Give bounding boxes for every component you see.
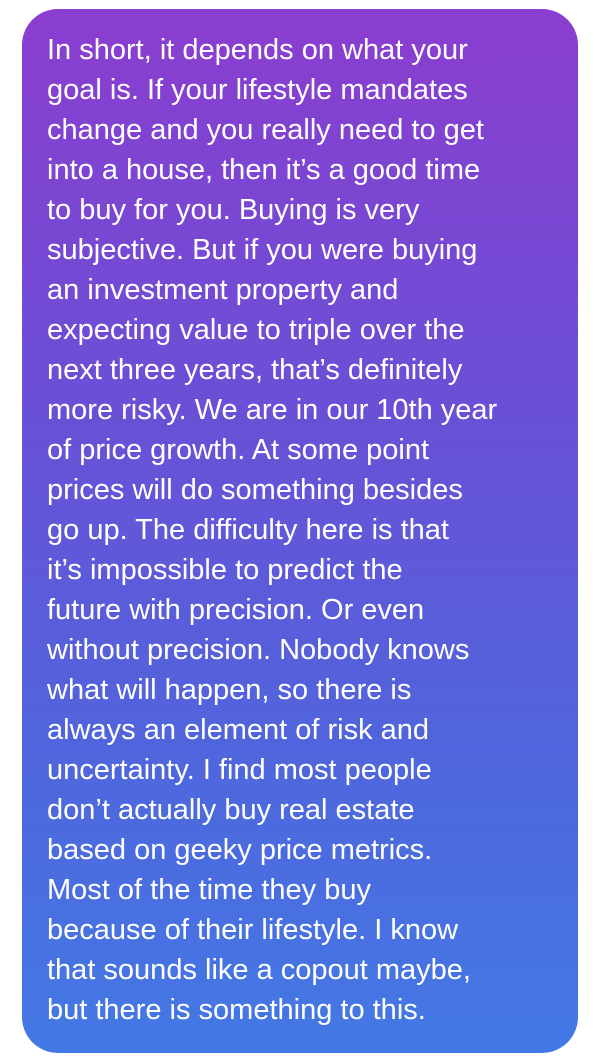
message-line: it’s impossible to predict the	[47, 554, 403, 586]
message-line: expecting value to triple over the	[47, 314, 465, 346]
message-line: to buy for you. Buying is very	[47, 194, 420, 226]
message-line: Most of the time they buy	[47, 874, 371, 906]
message-line: goal is. If your lifestyle mandates	[47, 74, 468, 106]
message-line: don’t actually buy real estate	[47, 794, 415, 826]
message-line: because of their lifestyle. I know	[47, 914, 459, 946]
message-line: always an element of risk and	[47, 714, 430, 746]
message-line: prices will do something besides	[47, 474, 463, 506]
message-line: uncertainty. I find most people	[47, 754, 432, 786]
message-line: more risky. We are in our 10th year	[47, 394, 498, 426]
message-line: an investment property and	[47, 274, 399, 306]
message-bubble[interactable]: In short, it depends on what your goal i…	[22, 9, 578, 1053]
message-text: In short, it depends on what your goal i…	[47, 30, 558, 1030]
message-line: what will happen, so there is	[47, 674, 412, 706]
message-line: based on geeky price metrics.	[47, 834, 433, 866]
message-line: In short, it depends on what your	[47, 34, 468, 66]
message-line: next three years, that’s definitely	[47, 354, 463, 386]
message-line: change and you really need to get	[47, 114, 484, 146]
message-line: of price growth. At some point	[47, 434, 430, 466]
message-line: go up. The difficulty here is that	[47, 514, 449, 546]
message-line: future with precision. Or even	[47, 594, 425, 626]
message-line: subjective. But if you were buying	[47, 234, 478, 266]
message-line: into a house, then it’s a good time	[47, 154, 481, 186]
message-line: but there is something to this.	[47, 994, 426, 1026]
message-line: that sounds like a copout maybe,	[47, 954, 471, 986]
message-line: without precision. Nobody knows	[47, 634, 470, 666]
